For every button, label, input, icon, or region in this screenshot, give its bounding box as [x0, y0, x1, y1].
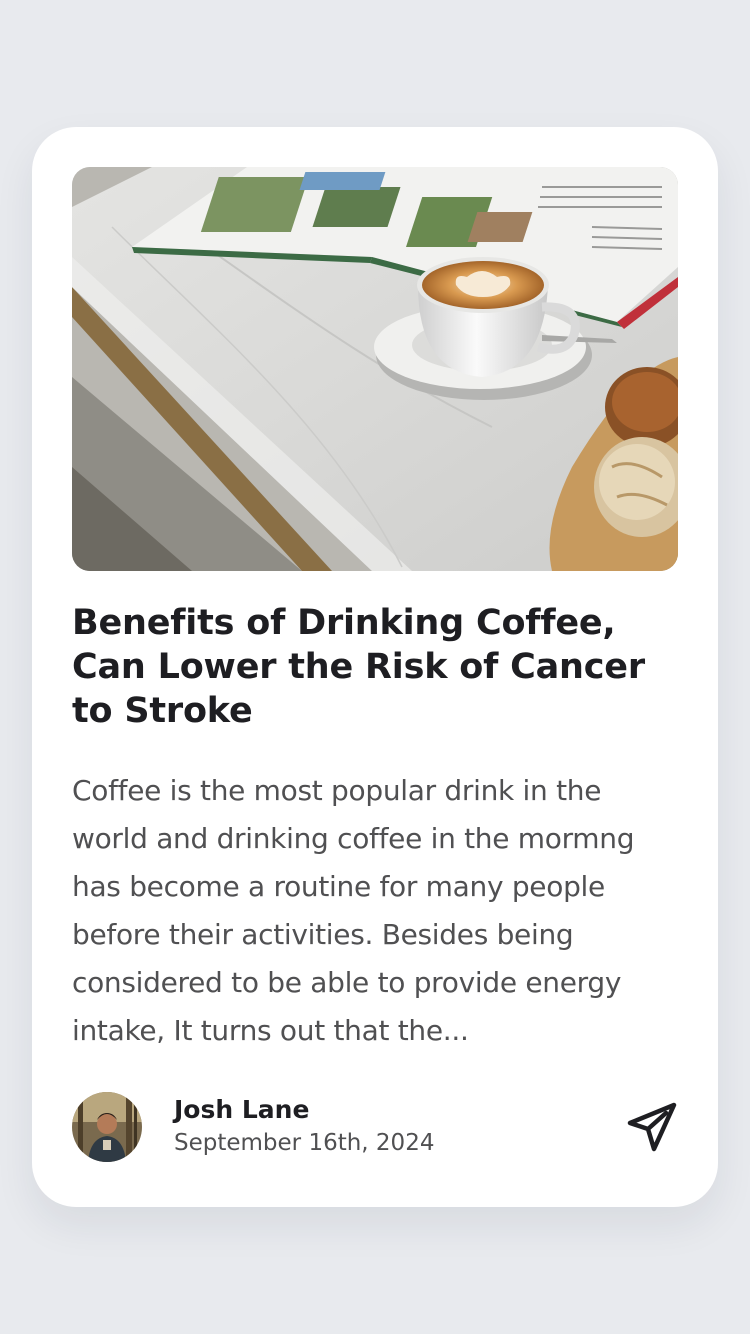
paper-plane-icon [627, 1102, 677, 1152]
article-excerpt: Coffee is the most popular drink in the … [72, 774, 635, 1047]
author-row: Josh Lane September 16th, 2024 [72, 1092, 678, 1162]
share-button[interactable] [626, 1101, 678, 1153]
author-avatar[interactable] [72, 1092, 142, 1162]
author-name[interactable]: Josh Lane [174, 1095, 309, 1124]
article-image [72, 167, 678, 571]
article-card[interactable]: Benefits of Drinking Coffee, Can Lower t… [32, 127, 718, 1207]
publish-date: September 16th, 2024 [174, 1130, 435, 1156]
article-title[interactable]: Benefits of Drinking Coffee, Can Lower t… [72, 601, 692, 733]
